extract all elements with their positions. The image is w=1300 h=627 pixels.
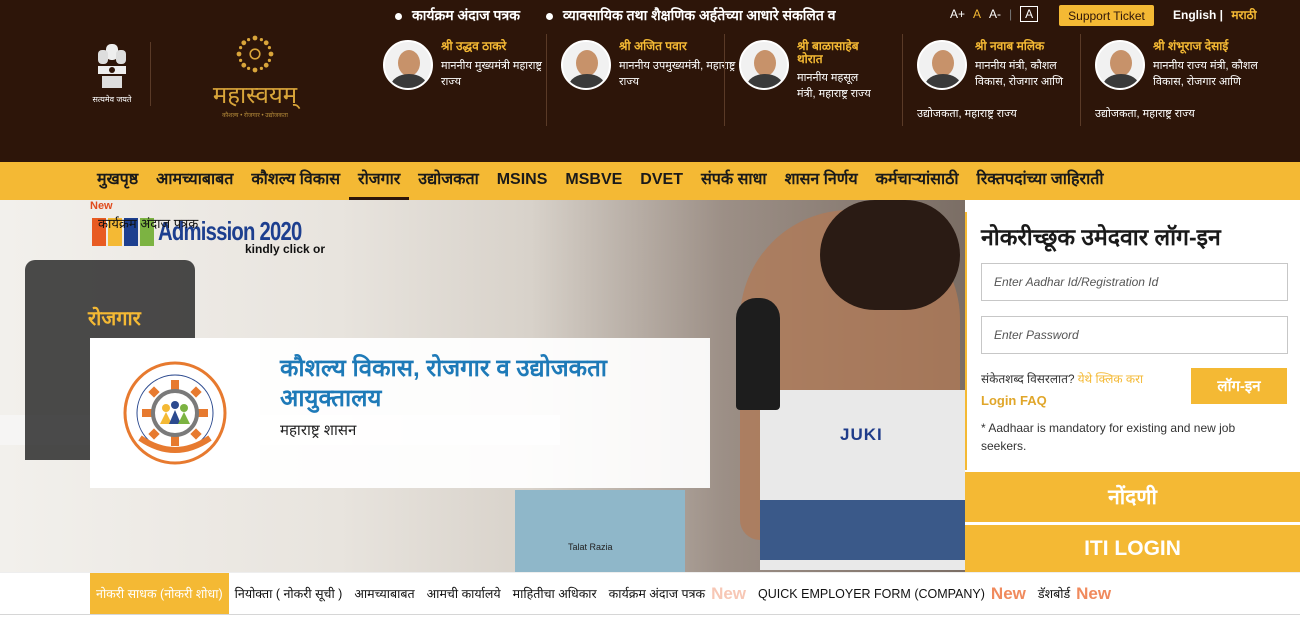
logo-name: महास्वयम् [212,81,298,109]
minister-name: श्री अजित पवार [619,39,687,53]
minister-role: माननीय राज्य मंत्री, कौशल विकास, रोजगार … [1153,60,1258,88]
sunburst-logo-icon [236,35,274,73]
password-input[interactable]: Enter Password [981,316,1288,354]
jobseeker-login-panel: नोकरीच्छूक उमेदवार लॉग-इन Enter Aadhar I… [965,212,1300,470]
minister-card: श्री शंभूराज देसाई माननीय राज्य मंत्री, … [1095,40,1270,140]
support-ticket-button[interactable]: Support Ticket [1059,5,1154,26]
nav-government-resolutions[interactable]: शासन निर्णय [776,162,867,200]
nav-msins[interactable]: MSINS [488,162,557,200]
header-divider [150,42,151,106]
tab-dashboard[interactable]: डॅशबोर्ड New [1032,573,1117,615]
minister-photo [917,40,967,90]
minister-role: माननीय मुख्यमंत्री महाराष्ट्र राज्य [441,60,542,88]
new-badge: New [1076,584,1112,603]
minister-card: श्री बाळासाहेब थोरात माननीय महसूल मंत्री… [739,40,899,140]
emblem-caption: सत्यमेव जयते [92,95,132,104]
state-emblem: सत्यमेव जयते [88,40,136,108]
footer-strip [0,614,1300,627]
kindly-click-text[interactable]: kindly click or [245,242,325,256]
font-size-controls: A+ A A- | A [950,6,1039,22]
new-badge: New [711,584,747,603]
new-badge: New [990,584,1026,603]
minister-card: श्री उद्धव ठाकरे माननीय मुख्यमंत्री महार… [383,40,543,140]
section-title: रोजगार [88,308,141,330]
nav-dvet[interactable]: DVET [631,162,692,200]
minister-name: श्री बाळासाहेब थोरात [797,39,859,66]
department-logo [90,338,260,488]
minister-role-extra: उद्योजकता, महाराष्ट्र राज्य [1095,108,1195,120]
department-title: कौशल्य विकास, रोजगार व उद्योजकता आयुक्ता… [280,355,607,412]
nav-contact[interactable]: संपर्क साधा [692,162,776,200]
admission-overlay-text: कार्यक्रम अंदाज पत्रक [98,216,199,231]
aadhaar-note: * Aadhaar is mandatory for existing and … [981,421,1236,453]
logo-tagline: कौशल्य • रोजगार • उद्योजकता [222,113,288,119]
juki-label: JUKI [840,425,883,444]
font-normal-button[interactable]: A [973,7,981,21]
minister-role: माननीय महसूल मंत्री, महाराष्ट्र राज्य [797,72,871,100]
department-subtitle: महाराष्ट्र शासन [280,422,357,439]
department-seal-icon [123,361,227,465]
new-badge: New [90,200,113,212]
tab-program-budget[interactable]: कार्यक्रम अंदाज पत्रक New [603,573,752,615]
language-switch: English | मराठी [1173,8,1257,22]
tab-employer[interactable]: नियोक्ता ( नोकरी सूची ) [229,573,349,615]
minister-role: माननीय मंत्री, कौशल विकास, रोजगार आणि [975,60,1063,88]
minister-card: श्री अजित पवार माननीय उपमुख्यमंत्री, महा… [561,39,735,140]
hero-banner: JUKI Talat Razia New Admission 2020 कार्… [0,200,965,572]
ashoka-emblem-icon [98,44,126,88]
minister-photo [561,40,611,90]
nav-vacancy-ads[interactable]: रिक्तपदांच्या जाहिराती [968,162,1113,200]
tab-job-seeker[interactable]: नोकरी साधक (नोकरी शोधा) [90,573,229,615]
minister-photo [739,40,789,90]
forgot-password-text: संकेतशब्द विसरलात? [981,372,1075,386]
contrast-button[interactable]: A [1020,6,1039,22]
nav-msbve[interactable]: MSBVE [556,162,631,200]
tab-our-offices[interactable]: आमची कार्यालये [421,573,507,615]
tab-quick-employer-form[interactable]: QUICK EMPLOYER FORM (COMPANY) New [752,573,1032,615]
font-decrease-button[interactable]: A- [989,7,1001,21]
ticker-item[interactable]: व्यावसायिक तथा शैक्षणिक अर्हतेच्या आधारे… [563,7,836,23]
minister-photo [383,40,433,90]
bottom-tabs: नोकरी साधक (नोकरी शोधा) नियोक्ता ( नोकरी… [0,572,1300,615]
forgot-password: संकेतशब्द विसरलात? येथे क्लिक करा [981,370,1143,387]
minister-role: माननीय उपमुख्यमंत्री, महाराष्ट्र राज्य [619,60,736,88]
main-nav: मुखपृष्ठ आमच्याबाबत कौशल्य विकास रोजगार … [0,162,1300,200]
nav-employment[interactable]: रोजगार [349,162,410,200]
nav-about[interactable]: आमच्याबाबत [147,162,242,200]
register-button[interactable]: नोंदणी [965,472,1300,522]
minister-name: श्री शंभूराज देसाई [1153,39,1229,53]
forgot-password-link[interactable]: येथे क्लिक करा [1078,372,1144,386]
minister-role-extra: उद्योजकता, महाराष्ट्र राज्य [917,108,1017,120]
department-card: कौशल्य विकास, रोजगार व उद्योजकता आयुक्ता… [90,338,710,488]
lang-marathi-link[interactable]: मराठी [1231,8,1256,22]
minister-name: श्री उद्धव ठाकरे [441,39,507,53]
news-ticker[interactable]: कार्यक्रम अंदाज पत्रक व्यावसायिक तथा शैक… [395,6,865,26]
iti-login-button[interactable]: ITI LOGIN [965,525,1300,572]
nav-entrepreneurship[interactable]: उद्योजकता [409,162,487,200]
tab-about-us[interactable]: आमच्याबाबत [348,573,420,615]
login-title: नोकरीच्छूक उमेदवार लॉग-इन [981,224,1221,250]
lang-english-link[interactable]: English [1173,8,1216,22]
minister-card: श्री नवाब मलिक माननीय मंत्री, कौशल विकास… [917,40,1087,140]
tab-rti[interactable]: माहितीचा अधिकार [507,573,603,615]
font-increase-button[interactable]: A+ [950,7,965,21]
id-card-name: Talat Razia [568,542,613,552]
nav-home[interactable]: मुखपृष्ठ [97,162,147,200]
aadhar-id-input[interactable]: Enter Aadhar Id/Registration Id [981,263,1288,301]
mahaswayam-logo[interactable]: महास्वयम् कौशल्य • रोजगार • उद्योजकता [190,34,320,119]
top-header: कार्यक्रम अंदाज पत्रक व्यावसायिक तथा शैक… [0,0,1300,162]
minister-photo [1095,40,1145,90]
login-faq-link[interactable]: Login FAQ [981,393,1047,408]
login-button[interactable]: लॉग-इन [1191,368,1287,404]
nav-skill-development[interactable]: कौशल्य विकास [242,162,349,200]
ticker-item[interactable]: कार्यक्रम अंदाज पत्रक [412,7,520,23]
minister-name: श्री नवाब मलिक [975,39,1045,53]
nav-staff[interactable]: कर्मचाऱ्यांसाठी [867,162,968,200]
